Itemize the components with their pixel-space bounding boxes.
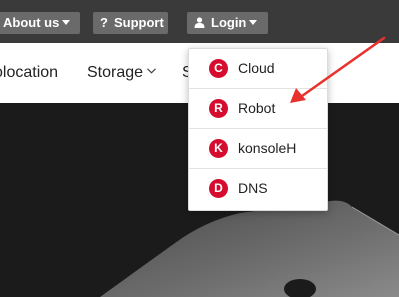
- question-icon: ?: [100, 15, 108, 30]
- dropdown-item-dns[interactable]: D DNS: [189, 169, 327, 209]
- caret-down-icon: [62, 20, 71, 26]
- chevron-down-icon: [147, 68, 156, 74]
- nav-item-colocation[interactable]: olocation: [0, 64, 58, 82]
- login-button[interactable]: Login: [187, 12, 268, 34]
- about-us-button[interactable]: About us: [0, 12, 80, 34]
- caret-down-icon: [249, 20, 258, 26]
- nav-item-storage[interactable]: Storage: [87, 64, 156, 82]
- dropdown-item-label: konsoleH: [238, 140, 297, 156]
- dns-icon: D: [209, 179, 228, 198]
- dropdown-item-konsoleh[interactable]: K konsoleH: [189, 129, 327, 169]
- login-label: Login: [211, 15, 247, 30]
- dropdown-item-cloud[interactable]: C Cloud: [189, 49, 327, 89]
- support-button[interactable]: ? Support: [93, 12, 168, 34]
- cloud-icon: C: [209, 59, 228, 78]
- user-icon: [194, 16, 205, 28]
- konsoleh-icon: K: [209, 139, 228, 158]
- nav-colocation-label: olocation: [0, 64, 59, 81]
- support-label: Support: [113, 15, 164, 30]
- dropdown-item-label: DNS: [238, 180, 268, 196]
- dropdown-item-label: Robot: [238, 100, 276, 116]
- dropdown-item-robot[interactable]: R Robot: [189, 89, 327, 129]
- about-us-label: About us: [3, 15, 60, 30]
- robot-icon: R: [209, 99, 228, 118]
- dropdown-item-label: Cloud: [238, 60, 275, 76]
- top-bar: About us ? Support Login: [0, 0, 399, 43]
- login-dropdown: C Cloud R Robot K konsoleH D DNS: [188, 48, 328, 211]
- nav-storage-label: Storage: [87, 64, 144, 81]
